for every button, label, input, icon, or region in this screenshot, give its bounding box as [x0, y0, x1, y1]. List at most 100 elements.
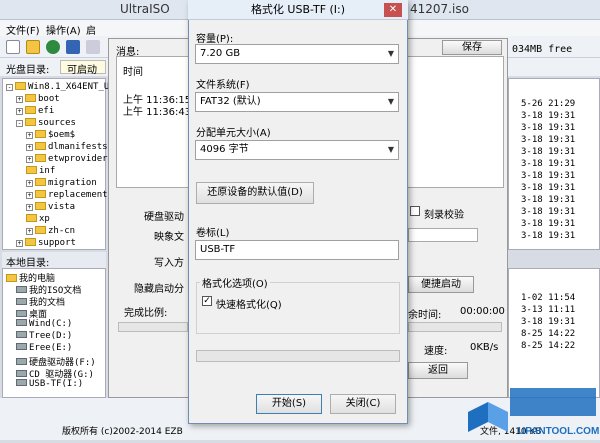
expander-icon[interactable]: + [26, 156, 33, 163]
logo-shape [488, 402, 508, 432]
menu-file[interactable]: 文件(F) [6, 22, 40, 37]
extract-icon[interactable] [46, 40, 60, 54]
expander-icon[interactable]: + [26, 132, 33, 139]
local-tree-label: Tree(D:) [29, 331, 73, 341]
drive-icon [16, 286, 27, 293]
date-cell: 3-18 19:31 [521, 159, 576, 169]
expander-icon[interactable]: + [26, 180, 33, 187]
expander-icon[interactable]: - [16, 120, 23, 127]
tree-item-label: efi [38, 106, 55, 116]
drive-icon [16, 370, 27, 377]
write-method-label: 写入方 [154, 258, 184, 269]
folder-icon [25, 94, 36, 102]
chevron-down-icon: ▼ [387, 49, 394, 58]
date-cell: 3-18 19:31 [521, 147, 576, 157]
expander-icon[interactable]: - [6, 84, 13, 91]
drive-icon [16, 358, 27, 365]
expander-icon[interactable]: + [26, 204, 33, 211]
file-list-dates: 5-26 21:29 3-18 19:31 3-18 19:31 3-18 19:31… [508, 78, 600, 250]
tree-item[interactable]: + dlmanifests [26, 142, 108, 152]
watermark-text: UPANTOOL.COM [518, 426, 599, 437]
expander-icon[interactable]: + [16, 240, 23, 247]
menu-action[interactable]: 操作(A) [46, 22, 81, 37]
menu-boot[interactable]: 启 [86, 22, 96, 37]
local-file-list-dates: 1-02 11:54 3-13 11:11 3-18 19:31 8-25 14:22… [508, 268, 600, 398]
expander-icon[interactable]: + [26, 228, 33, 235]
date-cell: 5-26 21:29 [521, 99, 576, 109]
speed-label: 速度: [424, 346, 448, 357]
folder-icon [25, 118, 36, 126]
close-button[interactable]: 关闭(C) [330, 394, 396, 414]
tree-item[interactable]: + $oem$ [26, 130, 75, 140]
volume-input[interactable]: USB-TF [195, 240, 399, 260]
tree-item[interactable]: + boot [16, 94, 60, 104]
tree-item[interactable]: inf [26, 166, 55, 176]
expander-icon[interactable]: + [16, 96, 23, 103]
folder-icon [35, 130, 46, 138]
new-icon[interactable] [6, 40, 20, 54]
allocation-select[interactable]: 4096 字节 ▼ [195, 140, 399, 160]
tree-item[interactable]: xp [26, 214, 50, 224]
tree-item-label: xp [39, 214, 50, 224]
quick-format-checkbox[interactable]: ✓ [202, 296, 212, 306]
tree-item[interactable]: + replacementt [26, 190, 113, 200]
date-cell: 3-18 19:31 [521, 183, 576, 193]
save-log-button[interactable]: 保存 [442, 40, 502, 55]
tree-item[interactable]: + etwprovider [26, 154, 108, 164]
tree-item-label: zh-cn [48, 226, 76, 236]
convenient-boot-button[interactable]: 便捷启动 [408, 276, 474, 293]
disc-dir-field[interactable]: 可启动 [60, 60, 106, 76]
local-tree-label: Wind(C:) [29, 319, 73, 329]
free-space-label: 034MB free [512, 44, 573, 55]
tree-item-label: vista [48, 202, 76, 212]
tree-item[interactable]: + efi [16, 106, 54, 116]
local-tree-item[interactable]: Wind(C:) [16, 319, 72, 329]
expander-icon[interactable]: + [26, 144, 33, 151]
local-tree-item[interactable]: Tree(D:) [16, 331, 72, 341]
local-tree-item[interactable]: Eree(E:) [16, 343, 72, 353]
tree-item-label: dlmanifests [48, 142, 108, 152]
capacity-select[interactable]: 7.20 GB ▼ [195, 44, 399, 64]
filesystem-select[interactable]: FAT32 (默认) ▼ [195, 92, 399, 112]
date-cell: 3-13 11:11 [521, 305, 576, 315]
properties-icon[interactable] [86, 40, 100, 54]
tree-item[interactable]: + zh-cn [26, 226, 75, 236]
restore-defaults-button[interactable]: 还原设备的默认值(D) [196, 182, 314, 204]
date-cell: 3-18 19:31 [521, 317, 576, 327]
open-icon[interactable] [26, 40, 40, 54]
folder-icon [35, 190, 46, 198]
folder-icon [26, 214, 37, 222]
watermark-logo: UPANTOOL.COM [462, 382, 600, 440]
tree-item[interactable]: + migration [26, 178, 97, 188]
quick-format-label: 快速格式化(Q) [216, 300, 282, 311]
logo-brand-block [510, 388, 596, 416]
local-tree-item[interactable]: USB-TF(I:) [16, 379, 83, 389]
tree-item[interactable]: - sources [16, 118, 76, 128]
date-cell: 3-18 19:31 [521, 123, 576, 133]
close-icon[interactable]: ✕ [384, 3, 402, 17]
save-icon[interactable] [66, 40, 80, 54]
verify-checkbox[interactable] [410, 206, 420, 216]
drive-icon [16, 319, 27, 326]
capacity-value: 7.20 GB [200, 48, 241, 59]
window-title: UltraISO [120, 2, 170, 16]
folder-icon [26, 166, 37, 174]
log-time-header: 时间 [123, 67, 143, 78]
folder-icon [25, 238, 36, 246]
expander-icon[interactable]: + [16, 108, 23, 115]
tree-item[interactable]: + support [16, 238, 76, 248]
folder-icon [35, 226, 46, 234]
disc-tree: - Win8.1_X64ENT_UP3_ + boot + efi - sources + $oe… [2, 78, 126, 250]
image-file-field[interactable] [408, 228, 478, 242]
local-tree-label: USB-TF(I:) [29, 379, 84, 389]
start-button[interactable]: 开始(S) [256, 394, 322, 414]
date-cell: 3-18 19:31 [521, 195, 576, 205]
expander-icon[interactable]: + [26, 192, 33, 199]
format-dialog-title: 格式化 USB-TF (I:) [188, 0, 408, 20]
verify-label: 刻录校验 [424, 210, 464, 221]
disc-dir-label: 光盘目录: [6, 65, 50, 76]
folder-icon [25, 106, 36, 114]
tree-item[interactable]: + vista [26, 202, 75, 212]
back-button[interactable]: 返回 [408, 362, 468, 379]
filesystem-label: 文件系统(F) [196, 80, 250, 91]
